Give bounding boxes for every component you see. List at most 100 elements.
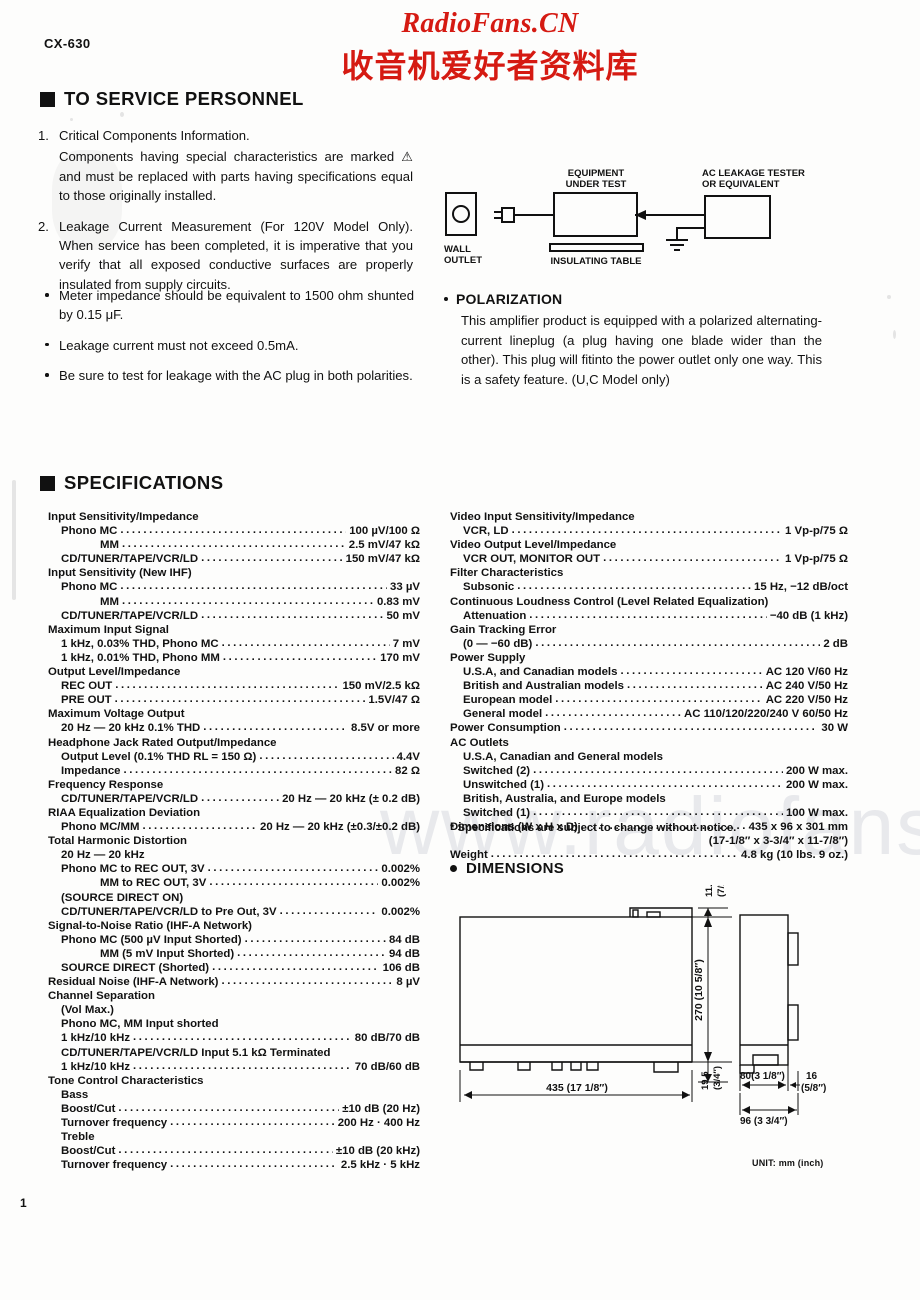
spec-label: Boost/Cut (61, 1102, 116, 1115)
dimensions-svg: 435 (17 1/8″) 270 (10 5/8″) 11.5 (7/16″)… (459, 868, 826, 1127)
specs-footnote: * Specifications are subject to change w… (450, 822, 737, 834)
spec-value: 8 µV (396, 976, 420, 989)
spec-row: Maximum Input Signal (48, 623, 420, 637)
spec-row: Input Sensitivity (New IHF) (48, 566, 420, 580)
spec-row: Switched (1)............................… (450, 806, 848, 820)
spec-value: 1 Vp-p/75 Ω (785, 553, 848, 566)
spec-label: MM to REC OUT, 3V (100, 877, 207, 890)
spec-leader-dots: ........................................… (114, 693, 366, 706)
spec-row: Turnover frequency......................… (48, 1158, 420, 1172)
spec-value: 100 W max. (785, 806, 848, 819)
spec-value: 200 Hz · 400 Hz (337, 1117, 420, 1130)
spec-row: VCR OUT, MONITOR OUT....................… (450, 552, 848, 566)
service-bullet: Leakage current must not exceed 0.5mA. (42, 336, 414, 355)
spec-leader-dots: ........................................… (533, 763, 783, 776)
scan-speck (70, 118, 73, 121)
dimensions-unit-note: UNIT: mm (inch) (752, 1158, 824, 1168)
spec-row: Switched (2)............................… (450, 764, 848, 778)
spec-row: Phono MC, MM Input shorted (48, 1017, 420, 1031)
spec-label: CD/TUNER/TAPE/VCR/LD (61, 553, 199, 566)
polarization-body: This amplifier product is equipped with … (461, 313, 822, 387)
spec-value: 106 dB (382, 962, 420, 974)
scan-edge-mark (12, 480, 16, 600)
spec-row: CD/TUNER/TAPE/VCR/LD....................… (48, 552, 420, 566)
spec-label: (Vol Max.) (61, 1004, 114, 1017)
spec-label: CD/TUNER/TAPE/VCR/LD (61, 609, 199, 622)
spec-row: MM (5 mV Input Shorted).................… (48, 947, 420, 961)
spec-label: European model (463, 694, 553, 707)
spec-row: Subsonic................................… (450, 580, 848, 594)
spec-leader-dots: ........................................… (259, 749, 393, 762)
section-title: SPECIFICATIONS (64, 472, 224, 493)
polarization-title: POLARIZATION (456, 291, 563, 307)
spec-row: Phono MC................................… (48, 524, 420, 538)
spec-label: 1 kHz/10 kHz (61, 1032, 131, 1045)
spec-leader-dots: ........................................… (533, 805, 783, 818)
spec-label: U.S.A, Canadian and General models (463, 750, 664, 763)
spec-label: Phono MC to REC OUT, 3V (61, 863, 205, 876)
spec-label: Phono MC (61, 581, 118, 594)
spec-value: 20 Hz — 20 kHz (±0.3/±0.2 dB) (259, 821, 420, 834)
spec-value: 33 µV (390, 581, 420, 594)
dim-rear-label: 16 (806, 1071, 818, 1082)
polarization-block: POLARIZATION This amplifier product is e… (444, 290, 822, 389)
spec-row: General model...........................… (450, 707, 848, 721)
wall-outlet-label-line1: WALL (444, 244, 471, 255)
spec-label: Power Supply (450, 651, 526, 664)
spec-value: 100 µV/100 Ω (349, 525, 420, 538)
spec-label: Channel Separation (48, 990, 155, 1003)
spec-leader-dots: ........................................… (170, 1158, 338, 1171)
spec-row: 20 Hz — 20 kHz 0.1% THD.................… (48, 721, 420, 735)
spec-label: 20 Hz — 20 kHz (61, 849, 145, 862)
spec-leader-dots: ........................................… (120, 524, 346, 537)
spec-row: Tone Control Characteristics (48, 1074, 420, 1088)
service-personnel-body: 1. Critical Components Information. Comp… (38, 126, 413, 305)
spec-row: PRE OUT.................................… (48, 693, 420, 707)
spec-label: Total Harmonic Distortion (48, 835, 188, 848)
dim-rear-inch-label: (5/8″) (801, 1083, 826, 1094)
spec-value: 2.5 kHz · 5 kHz (340, 1159, 420, 1172)
scan-speck (120, 112, 124, 117)
spec-label: Bass (61, 1088, 89, 1101)
spec-value: 200 W max. (785, 764, 848, 777)
spec-label: VCR OUT, MONITOR OUT (463, 553, 601, 566)
dim-width-label: 435 (17 1/8″) (546, 1082, 608, 1094)
spec-leader-dots: ........................................… (123, 763, 393, 776)
spec-row: Power Consumption.......................… (450, 721, 848, 735)
dimensions-drawing: 435 (17 1/8″) 270 (10 5/8″) 11.5 (7/16″)… (440, 868, 890, 1160)
service-bullet-text: Leakage current must not exceed 0.5mA. (59, 337, 299, 353)
spec-row: British and Australian models...........… (450, 679, 848, 693)
spec-leader-dots: ........................................… (555, 693, 763, 706)
bullet-icon (45, 373, 49, 377)
dim-foot-label: 19.5 (700, 1071, 711, 1090)
spec-row: British, Australia, and Europe models (450, 792, 848, 806)
dimensions-heading: DIMENSIONS (450, 860, 564, 877)
watermark-chinese: 收音机爱好者资料库 (341, 47, 639, 85)
spec-leader-dots: ........................................… (115, 679, 340, 692)
spec-leader-dots: ........................................… (222, 650, 378, 663)
spec-value: 170 mV (380, 651, 420, 664)
spec-value: 4.4V (396, 750, 420, 763)
spec-row: MM......................................… (48, 595, 420, 609)
spec-row: Frequency Response (48, 778, 420, 792)
dim-foot-inch-label: (3/4″) (712, 1066, 723, 1090)
spec-row: CD/TUNER/TAPE/VCR/LD....................… (48, 792, 420, 806)
spec-value: AC 110/120/220/240 V 60/50 Hz (683, 708, 848, 721)
spec-leader-dots: ........................................… (133, 1059, 352, 1072)
spec-leader-dots: ........................................… (279, 904, 379, 917)
spec-value: 84 dB (388, 933, 420, 946)
spec-row: Headphone Jack Rated Output/Impedance (48, 736, 420, 750)
spec-label: Frequency Response (48, 778, 164, 791)
spec-value: 0.002% (381, 905, 420, 918)
spec-value: 2.5 mV/47 kΩ (348, 539, 420, 552)
spec-label: (SOURCE DIRECT ON) (61, 891, 184, 904)
spec-row: Output Level/Impedance (48, 665, 420, 679)
spec-label: Signal-to-Noise Ratio (IHF-A Network) (48, 919, 252, 932)
spec-leader-dots: ........................................… (517, 580, 751, 593)
section-marker-icon (40, 91, 55, 107)
spec-row: CD/TUNER/TAPE/VCR/LD Input 5.1 kΩ Termin… (48, 1046, 420, 1060)
leakage-diagram-svg: EQUIPMENT UNDER TEST AC LEAKAGE TESTER O… (444, 168, 805, 267)
spec-label: Treble (61, 1131, 95, 1144)
spec-value: 150 mV/47 kΩ (345, 553, 420, 566)
spec-row: Total Harmonic Distortion (48, 834, 420, 848)
